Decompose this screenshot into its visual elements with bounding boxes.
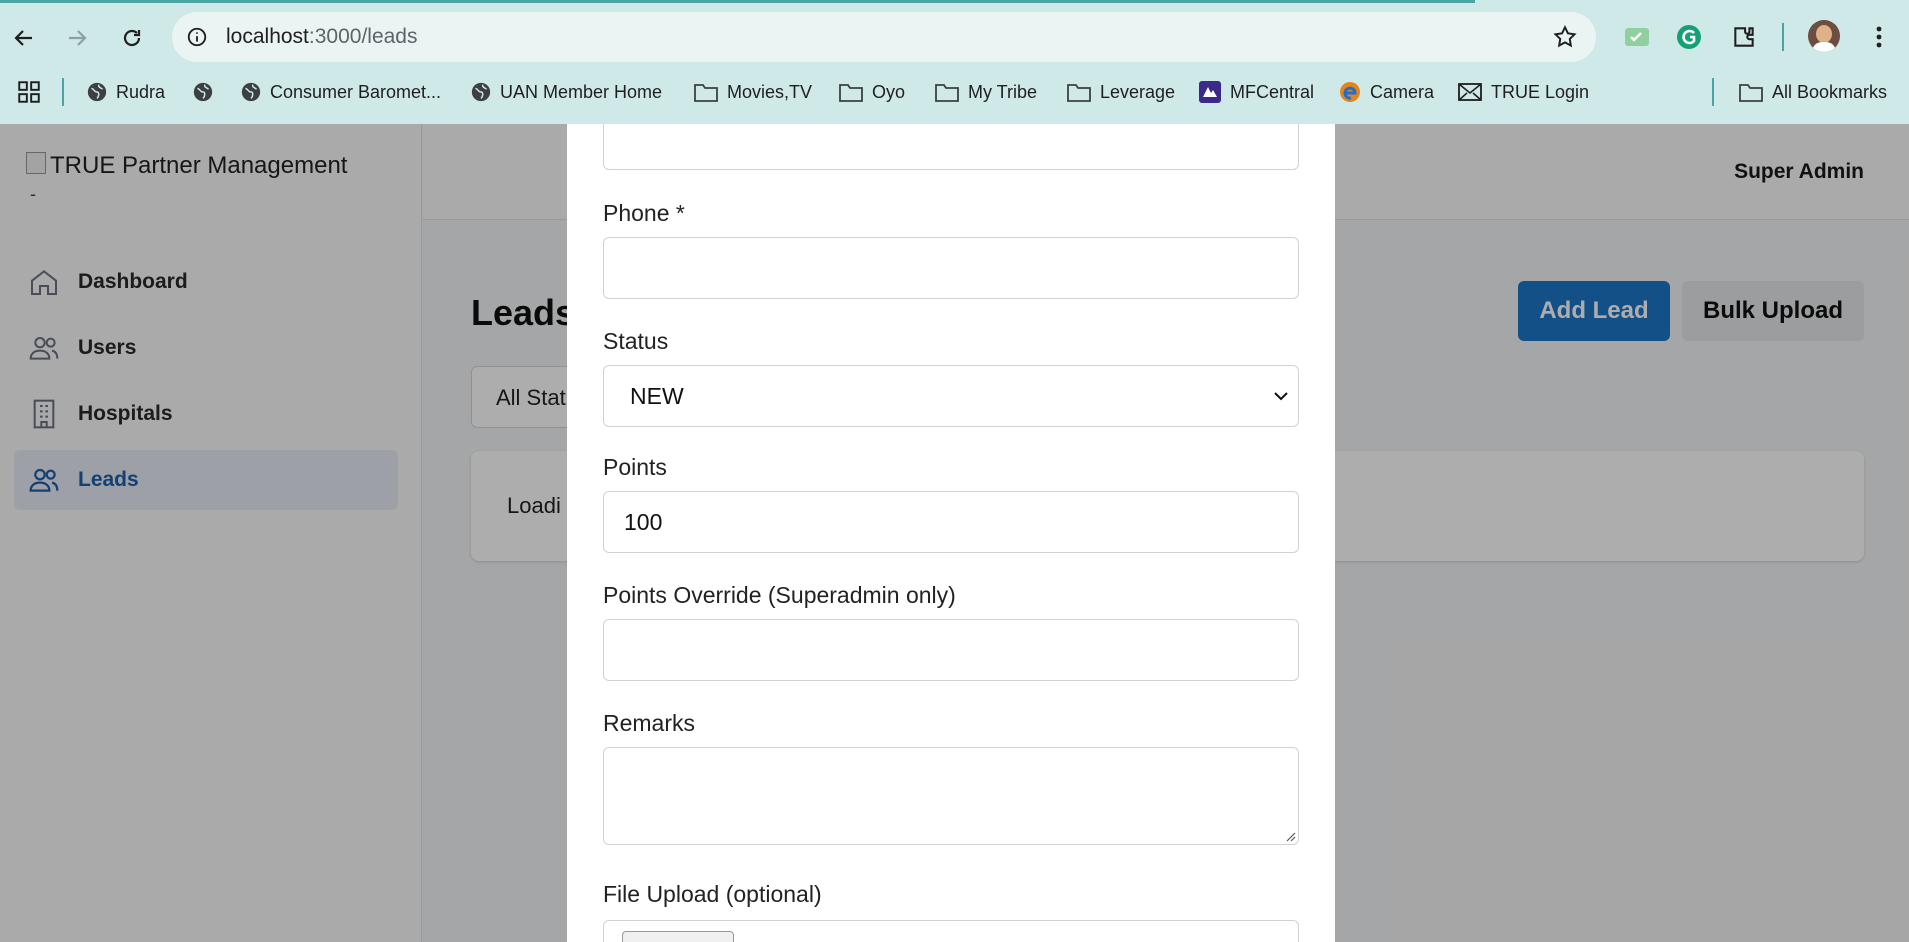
url-host: localhost <box>226 25 309 48</box>
folder-icon <box>935 84 959 102</box>
folder-icon <box>1739 84 1763 102</box>
globe-icon <box>193 82 213 102</box>
profile-avatar[interactable] <box>1808 20 1840 52</box>
file-upload-label: File Upload (optional) <box>603 881 822 907</box>
bookmark-label: TRUE Login <box>1491 81 1590 102</box>
bookmark-label: Consumer Baromet... <box>270 81 442 102</box>
bookmark-camera[interactable]: Camera <box>1338 78 1434 106</box>
points-override-input[interactable] <box>603 619 1299 681</box>
bookmark-star-icon[interactable] <box>1552 24 1578 55</box>
bookmark-label: Camera <box>1370 81 1435 102</box>
bookmarks-bar: Rudra Consumer Baromet... UAN Member Hom… <box>0 72 1909 112</box>
phone-label: Phone * <box>603 200 685 226</box>
globe-icon <box>87 82 107 102</box>
add-lead-modal: Phone * Status NEW Points 100 Points Ove… <box>567 124 1335 942</box>
address-bar[interactable]: localhost:3000/leads <box>172 12 1596 62</box>
globe-icon <box>471 82 491 102</box>
browser-chrome: localhost:3000/leads Rudra Consumer Baro… <box>0 0 1909 124</box>
resize-grip-icon[interactable] <box>1284 830 1296 842</box>
folder-icon <box>694 84 718 102</box>
back-button[interactable] <box>4 18 44 58</box>
forward-arrow-icon <box>69 30 87 46</box>
points-label: Points <box>603 454 667 480</box>
bookmark-label: MFCentral <box>1230 81 1315 102</box>
bookmark-folder-my-tribe[interactable]: My Tribe <box>934 78 1037 106</box>
bookmark-label: Leverage <box>1100 81 1176 102</box>
tasks-extension-icon[interactable] <box>1620 20 1654 54</box>
chrome-menu-icon[interactable] <box>1862 20 1896 54</box>
remarks-label: Remarks <box>603 710 696 736</box>
all-bookmarks-label: All Bookmarks <box>1772 81 1888 102</box>
url-path: :3000/leads <box>308 25 418 48</box>
bookmark-label: Rudra <box>116 81 166 102</box>
all-bookmarks[interactable]: All Bookmarks <box>1738 78 1887 106</box>
globe-icon <box>241 82 261 102</box>
edge-icon <box>1340 82 1360 102</box>
bookmarks-separator <box>1712 78 1714 106</box>
folder-icon <box>839 84 863 102</box>
mail-icon <box>1458 83 1482 101</box>
bookmark-consumer-barometer[interactable]: Consumer Baromet... <box>240 78 441 106</box>
bookmarks-separator <box>62 78 64 106</box>
bookmark-globe[interactable] <box>192 78 214 106</box>
bookmark-label: My Tribe <box>968 81 1038 102</box>
bookmark-folder-movies[interactable]: Movies,TV <box>693 78 812 106</box>
forward-button[interactable] <box>57 18 97 58</box>
bookmark-mfcentral[interactable]: MFCentral <box>1198 78 1314 106</box>
choose-file-button[interactable] <box>622 931 734 942</box>
apps-grid-icon[interactable] <box>16 78 42 106</box>
file-upload-input[interactable] <box>603 920 1299 942</box>
site-info-icon[interactable] <box>182 22 212 52</box>
extensions-puzzle-icon[interactable] <box>1727 20 1761 54</box>
toolbar-separator <box>1782 23 1784 51</box>
bookmark-label: UAN Member Home <box>500 81 663 102</box>
previous-field-input[interactable] <box>603 124 1299 170</box>
status-select[interactable]: NEW <box>603 365 1299 427</box>
bookmark-true-login[interactable]: TRUE Login <box>1457 78 1589 106</box>
bookmark-folder-oyo[interactable]: Oyo <box>838 78 905 106</box>
status-label: Status <box>603 328 669 354</box>
page-load-progress <box>0 0 1475 3</box>
points-input[interactable]: 100 <box>603 491 1299 553</box>
status-selected-value: NEW <box>630 382 684 409</box>
grammarly-icon[interactable] <box>1672 20 1706 54</box>
remarks-textarea[interactable] <box>603 747 1299 845</box>
url-text[interactable]: localhost:3000/leads <box>226 25 417 49</box>
bookmark-rudra[interactable]: Rudra <box>86 78 165 106</box>
bookmark-label: Movies,TV <box>727 81 813 102</box>
folder-icon <box>1067 84 1091 102</box>
chevron-down-icon <box>1274 392 1288 401</box>
points-override-label: Points Override (Superadmin only) <box>603 582 956 608</box>
bookmark-label: Oyo <box>872 81 906 102</box>
mfcentral-icon <box>1199 81 1221 103</box>
bookmark-folder-leverage[interactable]: Leverage <box>1066 78 1175 106</box>
bookmark-uan-member-home[interactable]: UAN Member Home <box>470 78 662 106</box>
back-arrow-icon <box>14 30 32 46</box>
phone-input[interactable] <box>603 237 1299 299</box>
reload-icon <box>123 29 141 47</box>
reload-button[interactable] <box>112 18 152 58</box>
